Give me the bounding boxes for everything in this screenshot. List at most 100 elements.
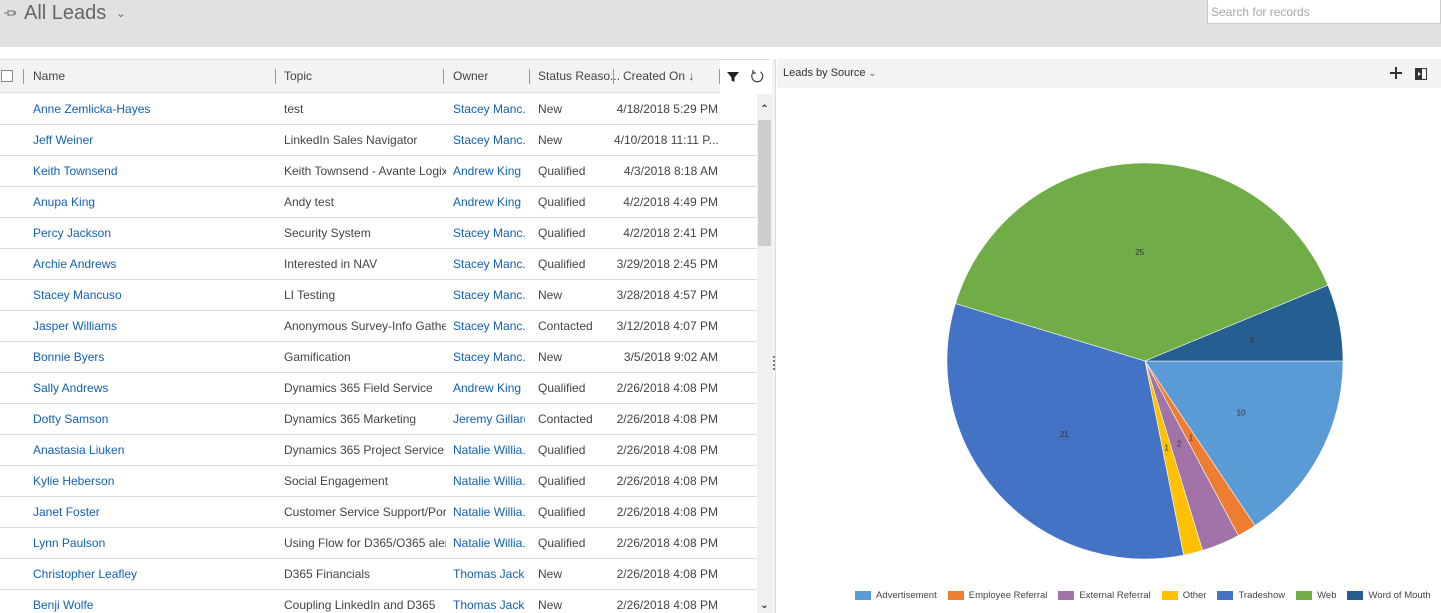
table-row[interactable]: Sally Andrews Dynamics 365 Field Service A… xyxy=(0,373,757,404)
splitter-grip-icon[interactable] xyxy=(773,356,775,370)
lead-name-link[interactable]: Archie Andrews xyxy=(33,249,263,279)
column-header-topic[interactable]: Topic xyxy=(284,60,312,93)
created-on: 2/26/2018 4:08 PM xyxy=(616,474,718,488)
lead-name-link[interactable]: Anastasia Liuken xyxy=(33,435,263,465)
owner-link[interactable]: Andrew King xyxy=(453,187,525,217)
lead-name-link[interactable]: Stacey Mancuso xyxy=(33,280,263,310)
grid-scrollbar[interactable]: ⌃ ⌄ xyxy=(757,94,772,613)
lead-name-link[interactable]: Christopher Leafley xyxy=(33,559,263,589)
expand-chart-icon[interactable] xyxy=(1415,67,1427,80)
owner-link[interactable]: Andrew King xyxy=(453,373,525,403)
owner-link[interactable]: Stacey Manc... xyxy=(453,280,525,310)
lead-topic: Andy test xyxy=(284,195,335,209)
status-reason: Qualified xyxy=(538,474,586,488)
table-row[interactable]: Percy Jackson Security System Stacey Manc.… xyxy=(0,218,757,249)
legend-item[interactable]: Web xyxy=(1296,590,1336,601)
owner-link[interactable]: Stacey Manc... xyxy=(453,218,525,248)
table-row[interactable]: Christopher Leafley D365 Financials Thomas… xyxy=(0,559,757,590)
column-header-owner[interactable]: Owner xyxy=(453,60,488,93)
view-selector[interactable]: All Leads ⌄ xyxy=(4,2,126,25)
table-row[interactable]: Lynn Paulson Using Flow for D365/O365 ale… xyxy=(0,528,757,559)
table-row[interactable]: Janet Foster Customer Service Support/Por… xyxy=(0,497,757,528)
column-divider[interactable] xyxy=(275,69,276,84)
owner-link[interactable]: Thomas Jacks... xyxy=(453,590,525,613)
legend-swatch xyxy=(1296,591,1313,600)
legend-item[interactable]: Word of Mouth xyxy=(1347,590,1431,601)
table-row[interactable]: Dotty Samson Dynamics 365 Marketing Jeremy… xyxy=(0,404,757,435)
owner-link[interactable]: Natalie Willia... xyxy=(453,497,525,527)
lead-name-link[interactable]: Sally Andrews xyxy=(33,373,263,403)
lead-name-link[interactable]: Keith Townsend xyxy=(33,156,263,186)
legend-item[interactable]: External Referral xyxy=(1058,590,1151,601)
filter-icon[interactable] xyxy=(726,70,740,84)
lead-name-link[interactable]: Anupa King xyxy=(33,187,263,217)
owner-link[interactable]: Natalie Willia... xyxy=(453,435,525,465)
legend-label: Advertisement xyxy=(876,590,937,601)
owner-link[interactable]: Natalie Willia... xyxy=(453,528,525,558)
table-row[interactable]: Anne Zemlicka-Hayes test Stacey Manc... New… xyxy=(0,94,757,125)
column-header-created-on[interactable]: Created On ↓ xyxy=(623,60,694,93)
owner-link[interactable]: Stacey Manc... xyxy=(453,249,525,279)
lead-name-link[interactable]: Kylie Heberson xyxy=(33,466,263,496)
owner-link[interactable]: Thomas Jacks... xyxy=(453,559,525,589)
scrollbar-thumb[interactable] xyxy=(758,120,771,246)
table-row[interactable]: Benji Wolfe Coupling LinkedIn and D365 Tho… xyxy=(0,590,757,613)
column-divider[interactable] xyxy=(443,69,444,84)
lead-name-link[interactable]: Dotty Samson xyxy=(33,404,263,434)
legend-item[interactable]: Advertisement xyxy=(855,590,937,601)
status-reason: Qualified xyxy=(538,536,586,550)
chevron-down-icon: ⌄ xyxy=(868,68,877,78)
lead-name-link[interactable]: Jasper Williams xyxy=(33,311,263,341)
lead-name-link[interactable]: Lynn Paulson xyxy=(33,528,263,558)
legend-swatch xyxy=(1161,591,1178,600)
pin-icon[interactable] xyxy=(4,7,17,21)
legend-label: Web xyxy=(1317,590,1337,601)
lead-name-link[interactable]: Benji Wolfe xyxy=(33,590,263,613)
pane-splitter[interactable] xyxy=(772,59,776,613)
table-row[interactable]: Bonnie Byers Gamification Stacey Manc... Ne… xyxy=(0,342,757,373)
pie-data-label: 1 xyxy=(1189,433,1194,442)
lead-name-link[interactable]: Jeff Weiner xyxy=(33,125,263,155)
legend-item[interactable]: Tradeshow xyxy=(1217,590,1285,601)
lead-name-link[interactable]: Anne Zemlicka-Hayes xyxy=(33,94,263,124)
owner-link[interactable]: Stacey Manc... xyxy=(453,342,525,372)
owner-link[interactable]: Stacey Manc... xyxy=(453,311,525,341)
view-header: All Leads ⌄ xyxy=(0,0,1441,47)
table-row[interactable]: Anupa King Andy test Andrew King Qualified 4… xyxy=(0,187,757,218)
owner-link[interactable]: Stacey Manc... xyxy=(453,125,525,155)
created-on: 4/18/2018 5:29 PM xyxy=(616,102,718,116)
lead-name-link[interactable]: Bonnie Byers xyxy=(33,342,263,372)
table-row[interactable]: Archie Andrews Interested in NAV Stacey Ma… xyxy=(0,249,757,280)
owner-link[interactable]: Andrew King xyxy=(453,156,525,186)
scroll-up-icon[interactable]: ⌃ xyxy=(757,102,772,117)
search-input[interactable] xyxy=(1207,0,1441,24)
owner-link[interactable]: Stacey Manc... xyxy=(453,94,525,124)
lead-topic: Dynamics 365 Marketing xyxy=(284,412,417,426)
table-row[interactable]: Kylie Heberson Social Engagement Natalie W… xyxy=(0,466,757,497)
scroll-down-icon[interactable]: ⌄ xyxy=(757,598,772,613)
legend-item[interactable]: Other xyxy=(1161,590,1206,601)
table-row[interactable]: Jeff Weiner LinkedIn Sales Navigator Stace… xyxy=(0,125,757,156)
lead-name-link[interactable]: Percy Jackson xyxy=(33,218,263,248)
column-divider[interactable] xyxy=(613,69,614,84)
new-chart-icon[interactable] xyxy=(1390,66,1402,79)
created-on: 2/26/2018 4:08 PM xyxy=(616,598,718,612)
owner-link[interactable]: Natalie Willia... xyxy=(453,466,525,496)
status-reason: New xyxy=(538,288,563,302)
column-divider[interactable] xyxy=(23,69,24,84)
refresh-icon[interactable] xyxy=(750,69,765,84)
status-reason: New xyxy=(538,567,563,581)
table-row[interactable]: Keith Townsend Keith Townsend - Avante Lo… xyxy=(0,156,757,187)
column-divider[interactable] xyxy=(529,69,530,84)
owner-link[interactable]: Jeremy Gillard xyxy=(453,404,525,434)
table-row[interactable]: Jasper Williams Anonymous Survey-Info Gat… xyxy=(0,311,757,342)
lead-name-link[interactable]: Janet Foster xyxy=(33,497,263,527)
created-on: 4/10/2018 11:11 P... xyxy=(614,133,718,147)
select-all-checkbox[interactable] xyxy=(1,70,13,82)
column-header-name[interactable]: Name xyxy=(33,60,65,93)
chart-selector[interactable]: Leads by Source ⌄ xyxy=(783,67,876,79)
table-row[interactable]: Anastasia Liuken Dynamics 365 Project Ser… xyxy=(0,435,757,466)
column-header-status[interactable]: Status Reaso... xyxy=(538,60,620,93)
table-row[interactable]: Stacey Mancuso LI Testing Stacey Manc... Ne… xyxy=(0,280,757,311)
legend-item[interactable]: Employee Referral xyxy=(947,590,1047,601)
